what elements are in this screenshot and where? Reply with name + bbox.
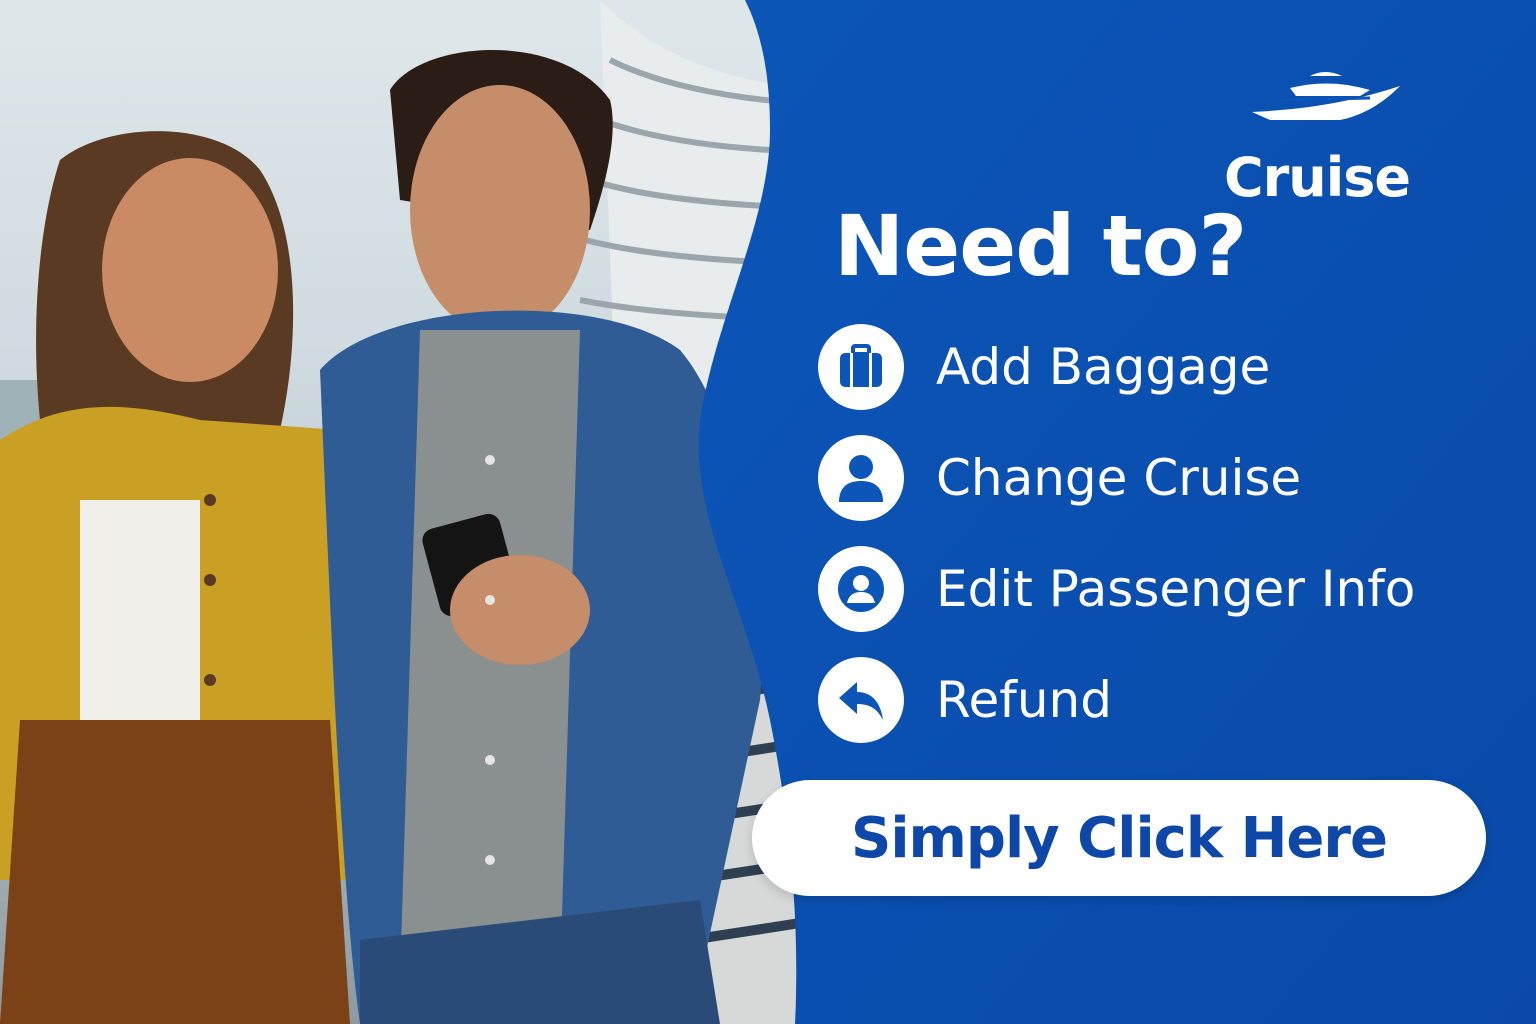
brand-logo: Cruise (1222, 66, 1442, 205)
options-menu: Add Baggage Change Cruise Edit Passenger… (818, 322, 1518, 766)
person-icon (818, 435, 904, 521)
reply-arrow-icon (818, 657, 904, 743)
menu-item-label: Change Cruise (936, 449, 1302, 507)
menu-item-refund[interactable]: Refund (818, 655, 1518, 745)
menu-item-edit-passenger-info[interactable]: Edit Passenger Info (818, 544, 1518, 634)
menu-item-label: Add Baggage (936, 338, 1271, 396)
menu-item-label: Edit Passenger Info (936, 560, 1416, 618)
cruise-ship-icon (1252, 72, 1400, 120)
menu-item-label: Refund (936, 671, 1112, 729)
simply-click-here-button[interactable]: Simply Click Here (752, 780, 1486, 896)
headline: Need to? (834, 197, 1247, 295)
cta-label: Simply Click Here (850, 805, 1388, 871)
menu-item-add-baggage[interactable]: Add Baggage (818, 322, 1518, 412)
menu-item-change-cruise[interactable]: Change Cruise (818, 433, 1518, 523)
luggage-icon (818, 324, 904, 410)
user-circle-icon (818, 546, 904, 632)
brand-name: Cruise (1224, 146, 1411, 209)
